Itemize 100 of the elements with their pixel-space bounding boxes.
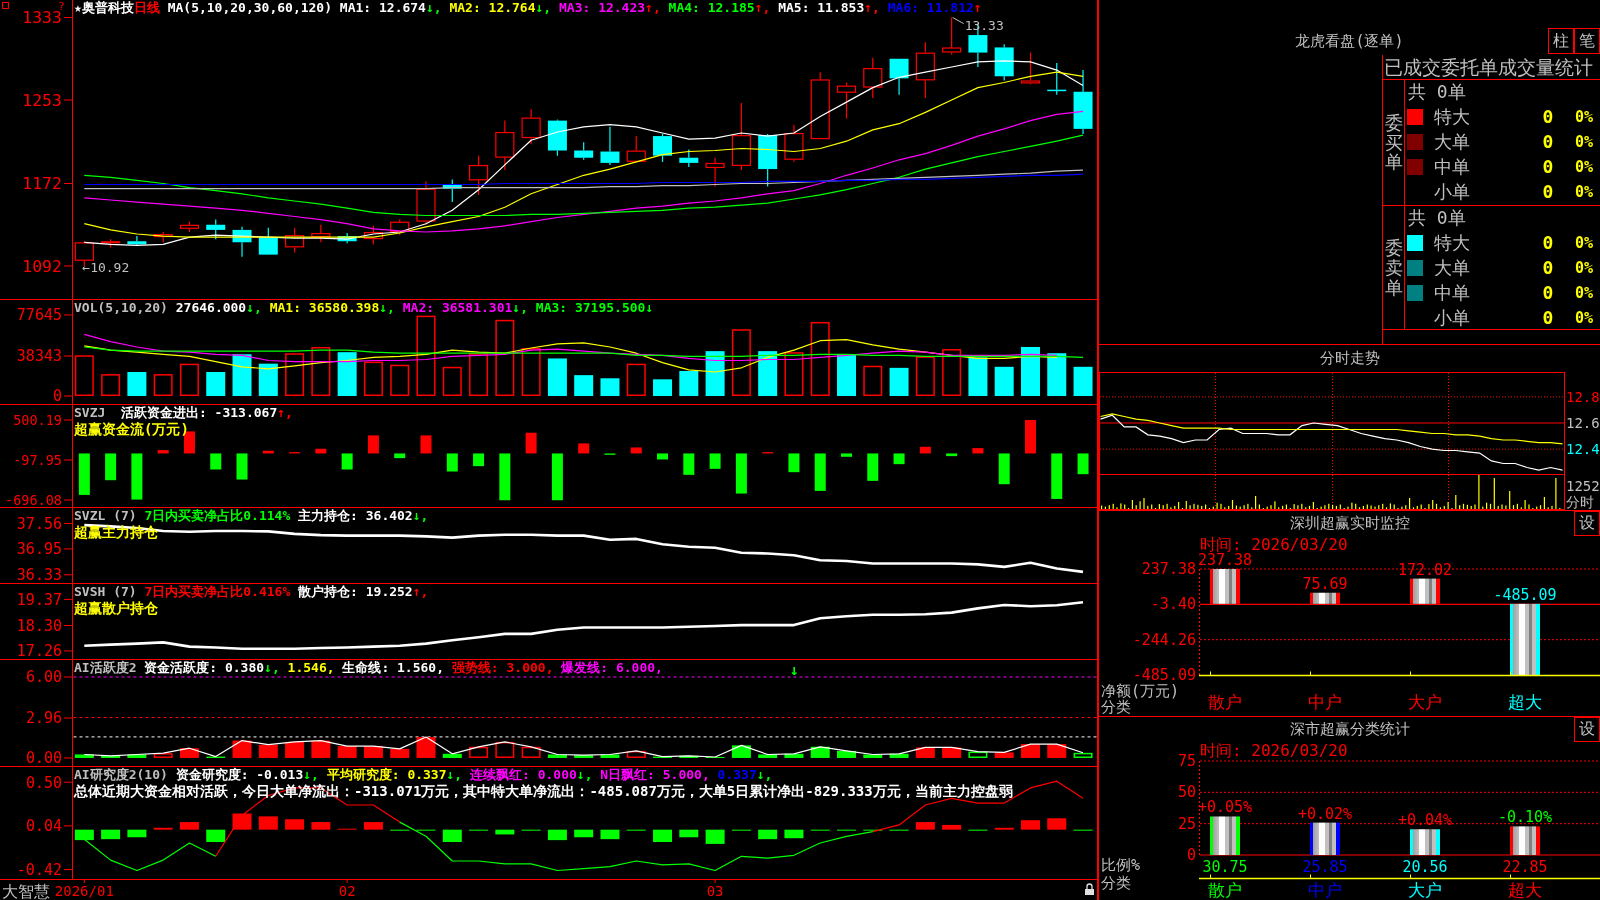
order-count: 0 <box>1541 232 1555 253</box>
legend-text: SVZJ <box>74 405 107 420</box>
panel-title: 分时走势 <box>1319 349 1380 368</box>
order-total: 共 0单 <box>1408 206 1466 230</box>
legend-text: ↑, <box>645 0 662 15</box>
order-type-label: 特大 <box>1434 104 1471 129</box>
axis-label: 12.8 <box>1566 388 1600 405</box>
price-annotation: 13.33 <box>952 17 1004 33</box>
legend-text: ↓, <box>425 0 443 15</box>
category-label: 散户 <box>1208 692 1242 712</box>
order-percent: 0% <box>1575 182 1595 201</box>
panel-title: 深圳超赢实时监控 <box>1289 514 1410 533</box>
legend-text: MA5: 11.853 <box>778 0 865 15</box>
category-label: 散户 <box>1208 880 1242 900</box>
legend-text: VOL(5,10,20) <box>74 300 169 315</box>
legend-text: ↑ <box>973 0 982 15</box>
axis-label: 17.26 <box>16 642 62 660</box>
axis-title: 净额(万元) <box>1101 682 1180 700</box>
legend-text: ↑, <box>864 0 881 15</box>
axis-label: 2.96 <box>25 709 62 728</box>
order-type-label: 特大 <box>1434 230 1471 255</box>
legend-text: ↓, <box>303 767 320 782</box>
axis-label: 50 <box>1177 783 1196 802</box>
axis-label: 36.33 <box>16 566 62 584</box>
table-title: 已成交委托单成交量统计 <box>1384 57 1593 77</box>
legend-text: MA2: 12.764 <box>449 0 536 15</box>
axis-label: 0.04 <box>25 817 62 836</box>
axis-label: 0.50 <box>25 773 62 792</box>
legend-text: ↑, <box>412 584 429 599</box>
axis-label: -97.95 <box>13 451 62 468</box>
annotation: 13.33 <box>964 17 1004 33</box>
order-count: 0 <box>1541 257 1555 278</box>
order-type-label: 小单 <box>1434 305 1471 330</box>
legend-text: 强势线: 3.000, <box>451 660 555 675</box>
axis-label: 0 <box>1186 846 1196 864</box>
order-type-label: 大单 <box>1434 129 1471 154</box>
axis-title: 分类 <box>1101 698 1131 716</box>
legend-text: MA3: 37195.500↓ <box>535 300 654 315</box>
legend-text: 1.546, <box>287 660 336 675</box>
axis-label: 03 <box>706 883 724 899</box>
category-label: 大户 <box>1408 692 1442 712</box>
legend-text: ↓, <box>246 300 263 315</box>
legend-text: MA(5,10,20,30,60,120) MA1: 12.674 <box>166 0 426 15</box>
axis-label: -3.40 <box>1150 595 1196 614</box>
category-label: 超大 <box>1508 880 1542 900</box>
change-label: -0.10% <box>1497 808 1553 827</box>
axis-label: 1252 <box>1566 478 1600 494</box>
axis-label: 75 <box>1177 752 1196 770</box>
time-label: 时间: 2026/03/20 <box>1200 742 1348 760</box>
axis-label: 1172 <box>22 174 62 194</box>
axis-label: 6.00 <box>25 668 62 687</box>
legend-text: ↓, <box>756 767 773 782</box>
axis-label: -696.08 <box>5 491 62 508</box>
legend-text: ★奥普科技 <box>74 0 134 15</box>
axis-label: 237.38 <box>1141 560 1196 578</box>
value-label: -485.09 <box>1493 585 1557 604</box>
axis-label: 1333 <box>22 8 62 28</box>
legend-text: AI活跃度2 <box>74 660 138 675</box>
legend-text: MA6: 11.812 <box>887 0 974 15</box>
axis-label: 0.00 <box>25 749 62 767</box>
legend-text: 爆发线: 6.000, <box>561 660 663 675</box>
legend-text: 0.337 <box>717 767 757 782</box>
axis-label: 1092 <box>22 256 62 276</box>
order-count: 0 <box>1541 282 1555 303</box>
axis-title: 分类 <box>1101 874 1131 892</box>
legend-text: 连续飘红: 0.000 <box>470 767 577 782</box>
legend-text: ↓, <box>512 300 529 315</box>
legend-text: ↑, <box>277 405 293 420</box>
legend-text: 散户持仓: 19.252 <box>297 584 413 599</box>
legend-text: 活跃资金进出: -313.067 <box>120 405 278 420</box>
legend-text: ↓, <box>535 0 553 15</box>
order-count: 0 <box>1541 307 1555 328</box>
category-label: 大户 <box>1408 880 1442 900</box>
legend-text: ↓, <box>412 508 429 523</box>
category-label: 中户 <box>1308 880 1342 900</box>
category-label: 超大 <box>1508 692 1542 712</box>
legend-text: 主力持仓: 36.402 <box>297 508 413 523</box>
axis-title: 比例% <box>1101 856 1141 874</box>
legend-text: ↓, <box>379 300 396 315</box>
axis-label: 36.95 <box>16 540 62 559</box>
legend-text: ↓, <box>446 767 464 782</box>
axis-label: 500.19 <box>13 411 62 428</box>
legend-text: 资金研究度: -0.013 <box>175 767 304 782</box>
signal-arrow: ↓ <box>789 661 799 679</box>
legend-text: AI研究度2(10) <box>74 767 169 782</box>
axis-label: 1253 <box>22 90 62 110</box>
legend-text: 日线 <box>133 0 160 15</box>
value-label: 75.69 <box>1302 574 1348 593</box>
axis-label: 77645 <box>16 306 62 325</box>
legend-text: MA2: 36581.301 <box>402 300 513 315</box>
legend-text: N日飘红: 5.000, <box>600 767 711 782</box>
axis-label: 02 <box>338 883 356 899</box>
change-label: +0.02% <box>1297 804 1353 823</box>
time-label: 时间: 2026/03/20 <box>1200 536 1348 554</box>
order-percent: 0% <box>1575 132 1595 151</box>
price-annotation: ←10.92 <box>82 260 130 275</box>
order-percent: 0% <box>1575 157 1595 176</box>
axis-label: 2026/01 <box>54 883 114 899</box>
axis-label: 38343 <box>16 347 62 366</box>
value-label: 20.56 <box>1402 858 1448 876</box>
